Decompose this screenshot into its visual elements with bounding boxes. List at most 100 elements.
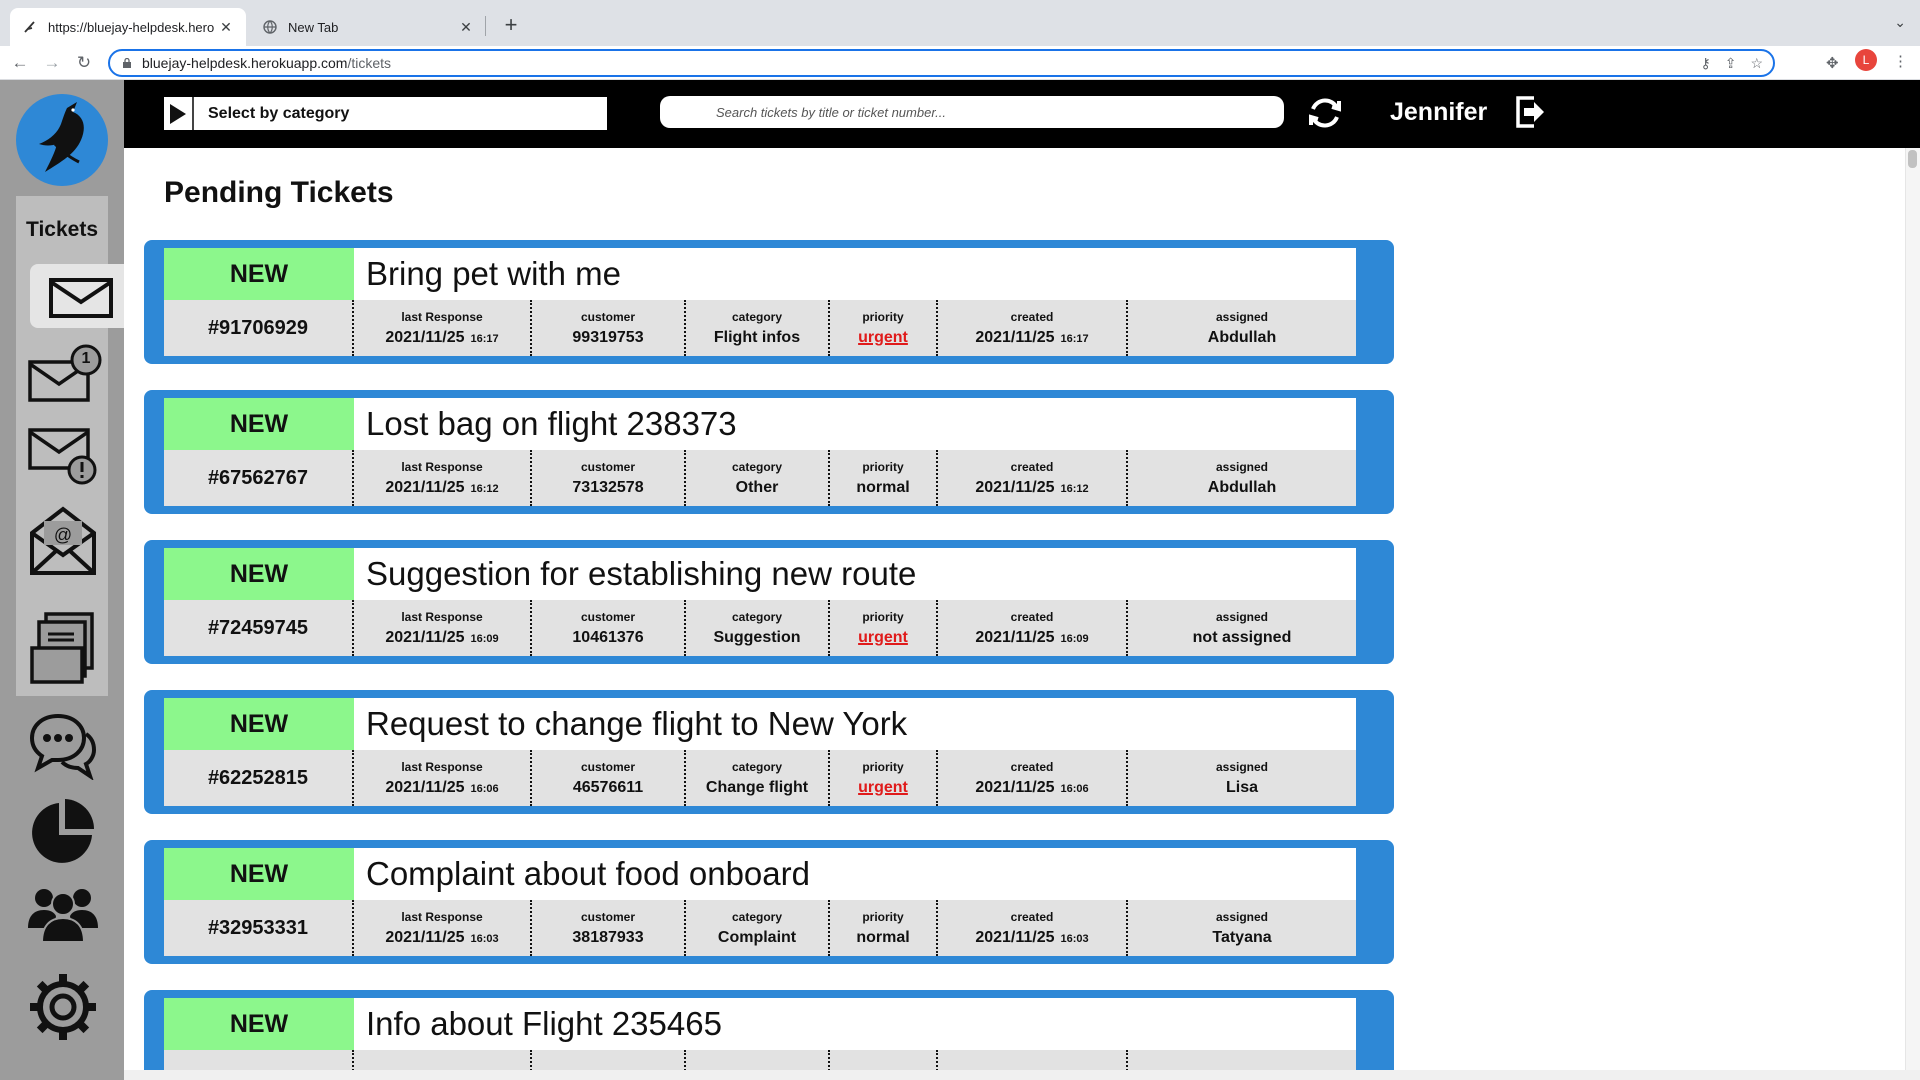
field-assigned: assigned Abdullah <box>1128 300 1356 356</box>
field-customer: customer 46576611 <box>532 750 686 806</box>
sidebar-item-urgent-tickets[interactable] <box>26 420 110 490</box>
share-icon[interactable]: ⇪ <box>1725 55 1737 72</box>
field-created: created 2021/11/25 16:03 <box>938 900 1128 956</box>
field-time: 16:03 <box>470 932 499 945</box>
lock-icon <box>123 58 131 68</box>
reload-icon[interactable]: ↻ <box>72 51 96 75</box>
profile-avatar[interactable]: L <box>1855 49 1877 71</box>
field-value-text: urgent <box>858 778 908 796</box>
field-label: category <box>731 909 783 924</box>
field-last-response: last Response 2021/11/25 16:09 <box>354 600 532 656</box>
ticket-card[interactable]: NEW Bring pet with me #91706929 last Respon… <box>144 240 1394 364</box>
sidebar: Tickets 1 @ <box>0 80 132 1080</box>
field-category: category Complaint <box>686 900 830 956</box>
ticket-title[interactable]: Lost bag on flight 238373 <box>354 398 1356 450</box>
ticket-status-badge: NEW <box>164 398 354 450</box>
field-customer: customer 38187933 <box>532 900 686 956</box>
key-icon[interactable]: ⚷ <box>1700 55 1710 72</box>
back-arrow-icon[interactable]: ← <box>8 51 32 75</box>
envelope-icon <box>49 278 113 318</box>
field-category: category Change flight <box>686 750 830 806</box>
star-bookmark-icon[interactable]: ☆ <box>1750 55 1763 72</box>
field-value: urgent <box>858 329 908 347</box>
play-triangle-icon <box>164 97 194 130</box>
logout-icon[interactable] <box>1514 94 1546 130</box>
ticket-title[interactable]: Request to change flight to New York <box>354 698 1356 750</box>
field-assigned: assigned Tatyana <box>1128 900 1356 956</box>
ticket-card[interactable]: NEWInfo about Flight 235465last Response… <box>144 990 1394 1070</box>
ticket-card[interactable]: NEW Request to change flight to New York #… <box>144 690 1394 814</box>
field-value-text: not assigned <box>1192 628 1292 646</box>
field-priority: priority urgent <box>830 750 938 806</box>
ticket-title[interactable]: Suggestion for establishing new route <box>354 548 1356 600</box>
field-value-text: 2021/11/25 <box>975 628 1055 646</box>
field-value-text: urgent <box>858 328 908 346</box>
envelope-alert-icon <box>28 428 97 485</box>
field-value-text: 2021/11/25 <box>385 778 465 796</box>
browser-tab-newtab[interactable]: New Tab ✕ <box>250 8 486 46</box>
field-value: 2021/11/25 16:17 <box>975 329 1088 347</box>
field-priority: priority normal <box>830 900 938 956</box>
field-time: 16:03 <box>1060 932 1089 945</box>
envelope-badge-icon <box>28 344 102 402</box>
category-select[interactable]: Select by category <box>164 97 607 130</box>
refresh-icon[interactable] <box>1306 94 1344 132</box>
browser-tab-active[interactable]: https://bluejay-helpdesk.herok ✕ <box>10 8 246 46</box>
app-top-bar: Select by category Jennifer <box>124 80 1920 148</box>
forward-arrow-icon[interactable]: → <box>40 51 64 75</box>
sidebar-item-email-tickets[interactable]: @ <box>26 500 100 580</box>
field-label: priority <box>862 909 904 924</box>
sidebar-item-chat[interactable] <box>26 708 100 782</box>
field-label: priority <box>862 309 904 324</box>
ticket-card[interactable]: NEW Lost bag on flight 238373 #67562767 las… <box>144 390 1394 514</box>
sidebar-item-archived-tickets[interactable] <box>26 608 100 688</box>
ticket-status-badge: NEW <box>164 848 354 900</box>
field-value-text: Flight infos <box>713 328 801 346</box>
ticket-number: #32953331 <box>164 900 354 956</box>
sidebar-item-statistics[interactable] <box>26 794 100 866</box>
field-value-text: 2021/11/25 <box>385 928 465 946</box>
ticket-title[interactable]: Bring pet with me <box>354 248 1356 300</box>
sidebar-item-unread-tickets[interactable]: 1 <box>26 340 110 410</box>
ticket-title[interactable]: Info about Flight 235465 <box>354 998 1356 1050</box>
sidebar-item-pending-tickets[interactable] <box>30 264 132 328</box>
horizontal-scrollbar[interactable] <box>124 1070 1920 1080</box>
new-tab-plus-icon[interactable]: + <box>497 12 525 40</box>
field-category: category Flight infos <box>686 300 830 356</box>
ticket-title[interactable]: Complaint about food onboard <box>354 848 1356 900</box>
ticket-card[interactable]: NEW Suggestion for establishing new route… <box>144 540 1394 664</box>
tab-close-icon[interactable]: ✕ <box>214 19 238 36</box>
ticket-search-input[interactable] <box>660 96 1284 128</box>
ticket-number: #62252815 <box>164 750 354 806</box>
field-last-response: last Response <box>354 1050 532 1070</box>
browser-menu-kebab-icon[interactable]: ⋮ <box>1893 52 1908 70</box>
ticket-number-text: #32953331 <box>207 916 309 939</box>
field-value: normal <box>856 929 909 947</box>
scrollbar-thumb[interactable] <box>1908 150 1917 168</box>
field-value: 2021/11/25 16:03 <box>385 929 498 947</box>
field-value-text: normal <box>856 478 910 496</box>
unread-count-badge: 1 <box>81 350 91 367</box>
address-bar[interactable]: bluejay-helpdesk.herokuapp.com/tickets ⚷… <box>108 49 1775 77</box>
current-user-name: Jennifer <box>1390 98 1488 126</box>
sidebar-item-settings[interactable] <box>26 970 100 1044</box>
field-time: 16:12 <box>470 482 499 495</box>
field-assigned: assigned not assigned <box>1128 600 1356 656</box>
vertical-scrollbar[interactable] <box>1905 148 1920 1070</box>
field-value-text: 2021/11/25 <box>385 478 465 496</box>
bluejay-logo[interactable] <box>16 94 108 186</box>
extensions-puzzle-icon[interactable]: ✥ <box>1826 54 1839 72</box>
field-value: 2021/11/25 16:03 <box>975 929 1088 947</box>
tab-close-icon[interactable]: ✕ <box>454 19 478 36</box>
field-label: category <box>731 609 783 624</box>
field-value: 46576611 <box>573 779 643 797</box>
tab-search-chevron-icon[interactable]: ⌄ <box>1894 14 1906 31</box>
sidebar-item-users[interactable] <box>24 880 102 946</box>
field-value-text: Tatyana <box>1212 928 1272 946</box>
ticket-number-text: #62252815 <box>207 766 309 789</box>
field-label: created <box>1010 759 1054 774</box>
ticket-fields: last Response 2021/11/25 16:06 customer 4657… <box>354 750 1356 806</box>
ticket-card[interactable]: NEW Complaint about food onboard #32953331… <box>144 840 1394 964</box>
ticket-status-badge: NEW <box>164 248 354 300</box>
field-value: Change flight <box>706 779 808 797</box>
